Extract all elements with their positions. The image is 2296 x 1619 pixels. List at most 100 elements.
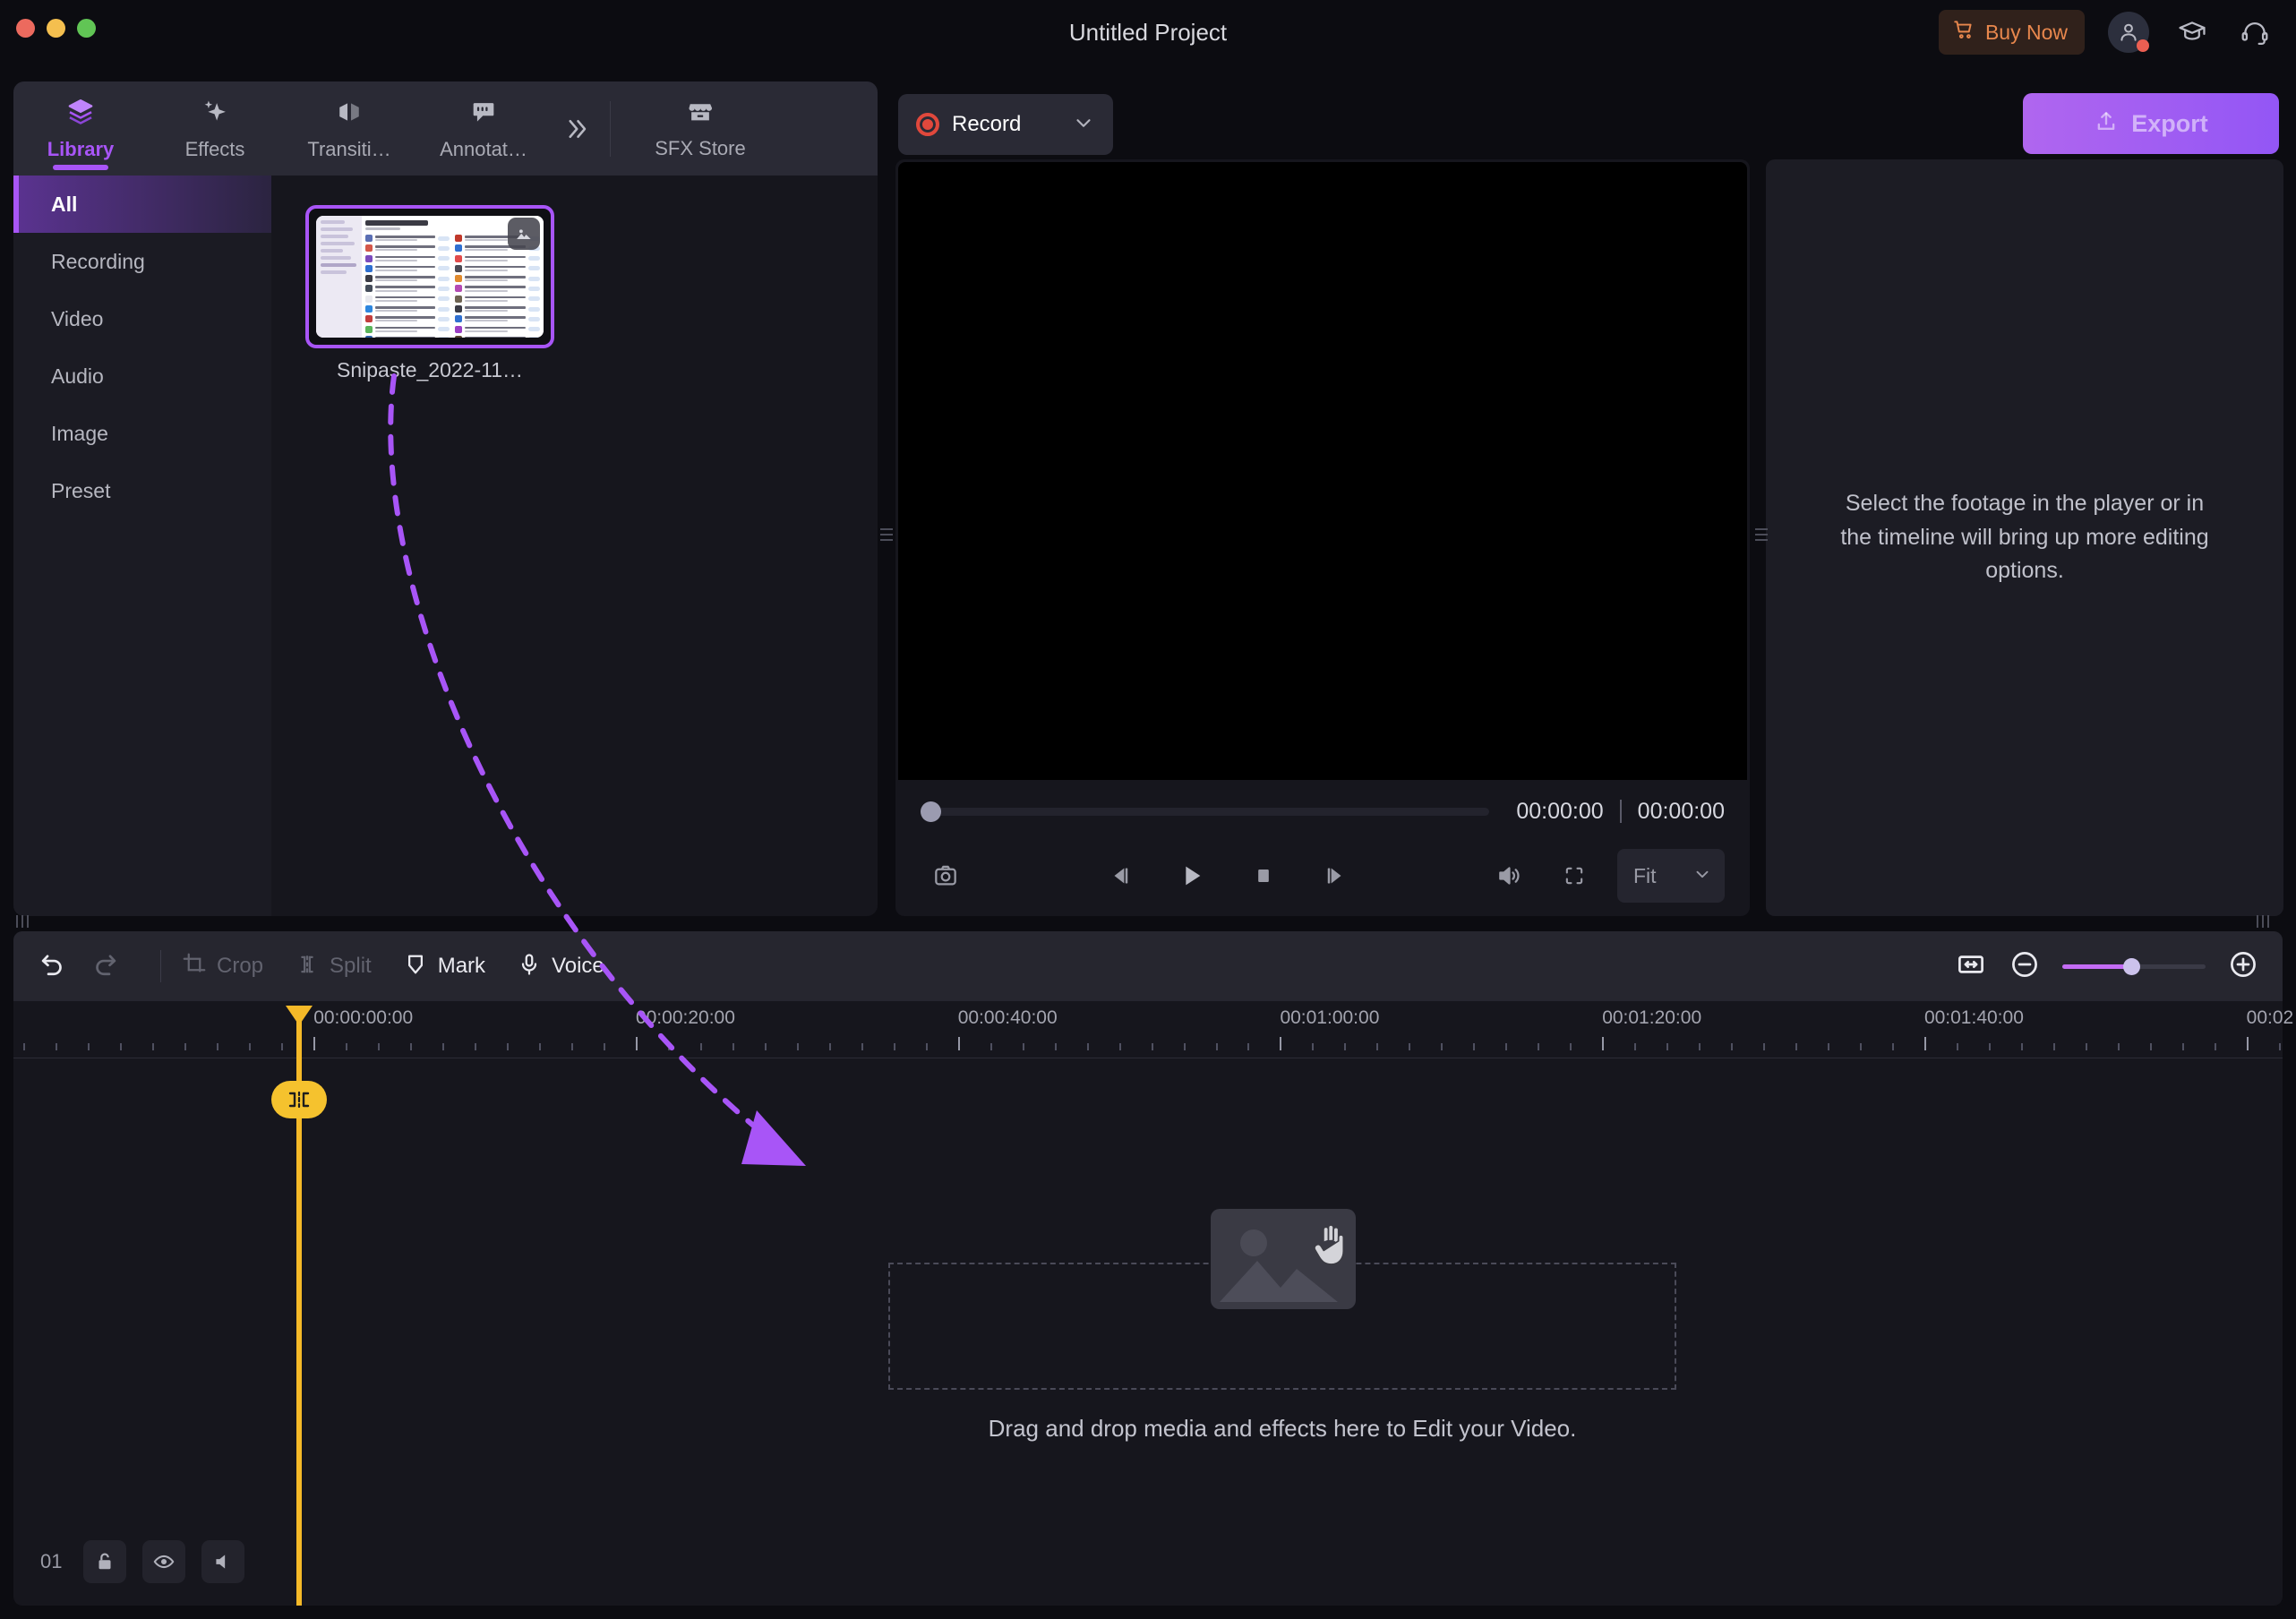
timeline-ruler[interactable]: 00:00:00:00 00:00:20:00 00:00:40:00 00:01:0… bbox=[13, 1001, 2293, 1058]
volume-icon[interactable] bbox=[1485, 851, 1535, 901]
voice-button[interactable]: Voice bbox=[516, 951, 604, 982]
zoom-in-button[interactable] bbox=[2227, 948, 2259, 985]
ruler-tick bbox=[1988, 1043, 1991, 1050]
fullscreen-icon[interactable] bbox=[1549, 851, 1599, 901]
zoom-out-button[interactable] bbox=[2009, 948, 2041, 985]
ruler-label: 00:01:20:00 bbox=[1602, 1007, 1702, 1028]
ruler-tick bbox=[990, 1043, 992, 1050]
sidebar-item-video-label: Video bbox=[51, 306, 104, 330]
thumb-sidebar bbox=[316, 216, 362, 338]
ruler-tick bbox=[1763, 1043, 1766, 1050]
sidebar-item-audio[interactable]: Audio bbox=[13, 347, 271, 405]
player-total-time: 00:00:00 bbox=[1637, 798, 1725, 824]
ruler-tick bbox=[828, 1043, 831, 1050]
tab-transitions[interactable]: Transiti… bbox=[282, 81, 416, 176]
sidebar-item-recording[interactable]: Recording bbox=[13, 233, 271, 290]
more-tabs-button[interactable] bbox=[551, 81, 601, 176]
track-number: 01 bbox=[40, 1550, 63, 1572]
sidebar-item-image[interactable]: Image bbox=[13, 405, 271, 462]
layers-icon bbox=[65, 97, 96, 132]
ruler-tick bbox=[1828, 1043, 1830, 1050]
headset-icon[interactable] bbox=[2235, 13, 2275, 52]
ruler-tick bbox=[635, 1037, 638, 1050]
sidebar-item-preset[interactable]: Preset bbox=[13, 462, 271, 519]
crop-button[interactable]: Crop bbox=[181, 951, 263, 982]
sidebar-item-all-label: All bbox=[51, 192, 78, 216]
ruler-tick bbox=[796, 1043, 799, 1050]
stop-button[interactable] bbox=[1238, 851, 1289, 901]
sidebar-item-audio-label: Audio bbox=[51, 364, 104, 388]
player-progress-bar[interactable] bbox=[921, 801, 1490, 822]
ruler-tick bbox=[217, 1043, 219, 1050]
ruler-tick bbox=[1699, 1043, 1701, 1050]
ruler-tick bbox=[1634, 1043, 1637, 1050]
player-progress-knob[interactable] bbox=[921, 801, 941, 822]
tab-effects[interactable]: Effects bbox=[148, 81, 282, 176]
ruler-tick bbox=[1054, 1043, 1057, 1050]
tab-annotations[interactable]: Annotat… bbox=[416, 81, 551, 176]
record-button[interactable]: Record bbox=[898, 94, 1113, 155]
image-type-badge-icon bbox=[508, 218, 540, 250]
timeline-zoom-slider[interactable] bbox=[2062, 957, 2206, 975]
chevron-down-icon[interactable] bbox=[1072, 111, 1095, 139]
time-separator bbox=[1619, 800, 1622, 823]
eye-icon[interactable] bbox=[142, 1540, 185, 1583]
user-account-button[interactable] bbox=[2108, 12, 2149, 53]
ruler-tick bbox=[313, 1037, 316, 1050]
ruler-tick bbox=[1505, 1043, 1508, 1050]
undo-button[interactable] bbox=[37, 949, 67, 984]
sidebar-item-all[interactable]: All bbox=[13, 176, 271, 233]
ruler-tick bbox=[378, 1043, 381, 1050]
ruler-tick bbox=[1247, 1043, 1250, 1050]
media-thumbnail[interactable] bbox=[305, 205, 554, 348]
tab-sfx-store[interactable]: SFX Store bbox=[620, 81, 781, 176]
trim-handle-badge[interactable] bbox=[271, 1081, 327, 1118]
buy-now-label: Buy Now bbox=[1984, 20, 2068, 44]
ruler-tick bbox=[1118, 1043, 1121, 1050]
redo-icon bbox=[90, 949, 121, 984]
tab-library[interactable]: Library bbox=[13, 81, 148, 176]
ruler-tick bbox=[346, 1043, 348, 1050]
properties-panel: Select the footage in the player or in t… bbox=[1766, 159, 2283, 916]
previous-frame-button[interactable] bbox=[1095, 851, 1145, 901]
buy-now-button[interactable]: Buy Now bbox=[1938, 10, 2085, 55]
ruler-tick bbox=[2149, 1043, 2152, 1050]
ruler-tick bbox=[1473, 1043, 1476, 1050]
crop-label: Crop bbox=[217, 954, 264, 978]
timeline-resize-grip-left[interactable] bbox=[16, 915, 29, 928]
panel-resize-grip-left[interactable] bbox=[880, 528, 893, 541]
next-frame-button[interactable] bbox=[1310, 851, 1360, 901]
ruler-label: 00:00:20:00 bbox=[635, 1007, 735, 1028]
ruler-tick bbox=[1602, 1037, 1605, 1050]
fit-timeline-icon[interactable] bbox=[1955, 948, 1987, 985]
ruler-tick bbox=[1441, 1043, 1444, 1050]
ruler-tick bbox=[1151, 1043, 1153, 1050]
mark-button[interactable]: Mark bbox=[402, 951, 485, 982]
player-panel: 00:00:00 00:00:00 Fit bbox=[895, 159, 1750, 916]
panel-resize-grip-right[interactable] bbox=[1755, 528, 1768, 541]
ruler-label: 00:00:00:00 bbox=[313, 1007, 414, 1028]
ruler-tick bbox=[2214, 1043, 2216, 1050]
play-button[interactable] bbox=[1167, 851, 1217, 901]
voice-label: Voice bbox=[552, 954, 604, 978]
ruler-tick bbox=[1344, 1043, 1347, 1050]
notification-dot bbox=[2137, 39, 2149, 52]
fit-dropdown[interactable]: Fit bbox=[1617, 849, 1725, 903]
media-item[interactable]: Snipaste_2022-11… bbox=[305, 205, 554, 382]
split-button[interactable]: Split bbox=[294, 951, 372, 982]
speaker-icon[interactable] bbox=[201, 1540, 244, 1583]
zoom-slider-knob[interactable] bbox=[2123, 957, 2140, 975]
redo-button[interactable] bbox=[90, 949, 121, 984]
library-panel: Library Effects Transiti… Annotat… SFX S… bbox=[13, 81, 1111, 1058]
ruler-tick bbox=[23, 1043, 26, 1050]
player-preview-stage[interactable] bbox=[898, 162, 1747, 780]
graduation-cap-icon[interactable] bbox=[2172, 13, 2212, 52]
tab-effects-label: Effects bbox=[184, 137, 245, 160]
sidebar-item-video[interactable]: Video bbox=[13, 290, 271, 347]
unlock-icon[interactable] bbox=[83, 1540, 126, 1583]
ruler-tick bbox=[2181, 1043, 2184, 1050]
ruler-tick bbox=[1086, 1043, 1089, 1050]
snapshot-icon[interactable] bbox=[921, 851, 971, 901]
export-button[interactable]: Export bbox=[2023, 93, 2279, 154]
timeline-resize-grip-right[interactable] bbox=[2257, 915, 2269, 928]
